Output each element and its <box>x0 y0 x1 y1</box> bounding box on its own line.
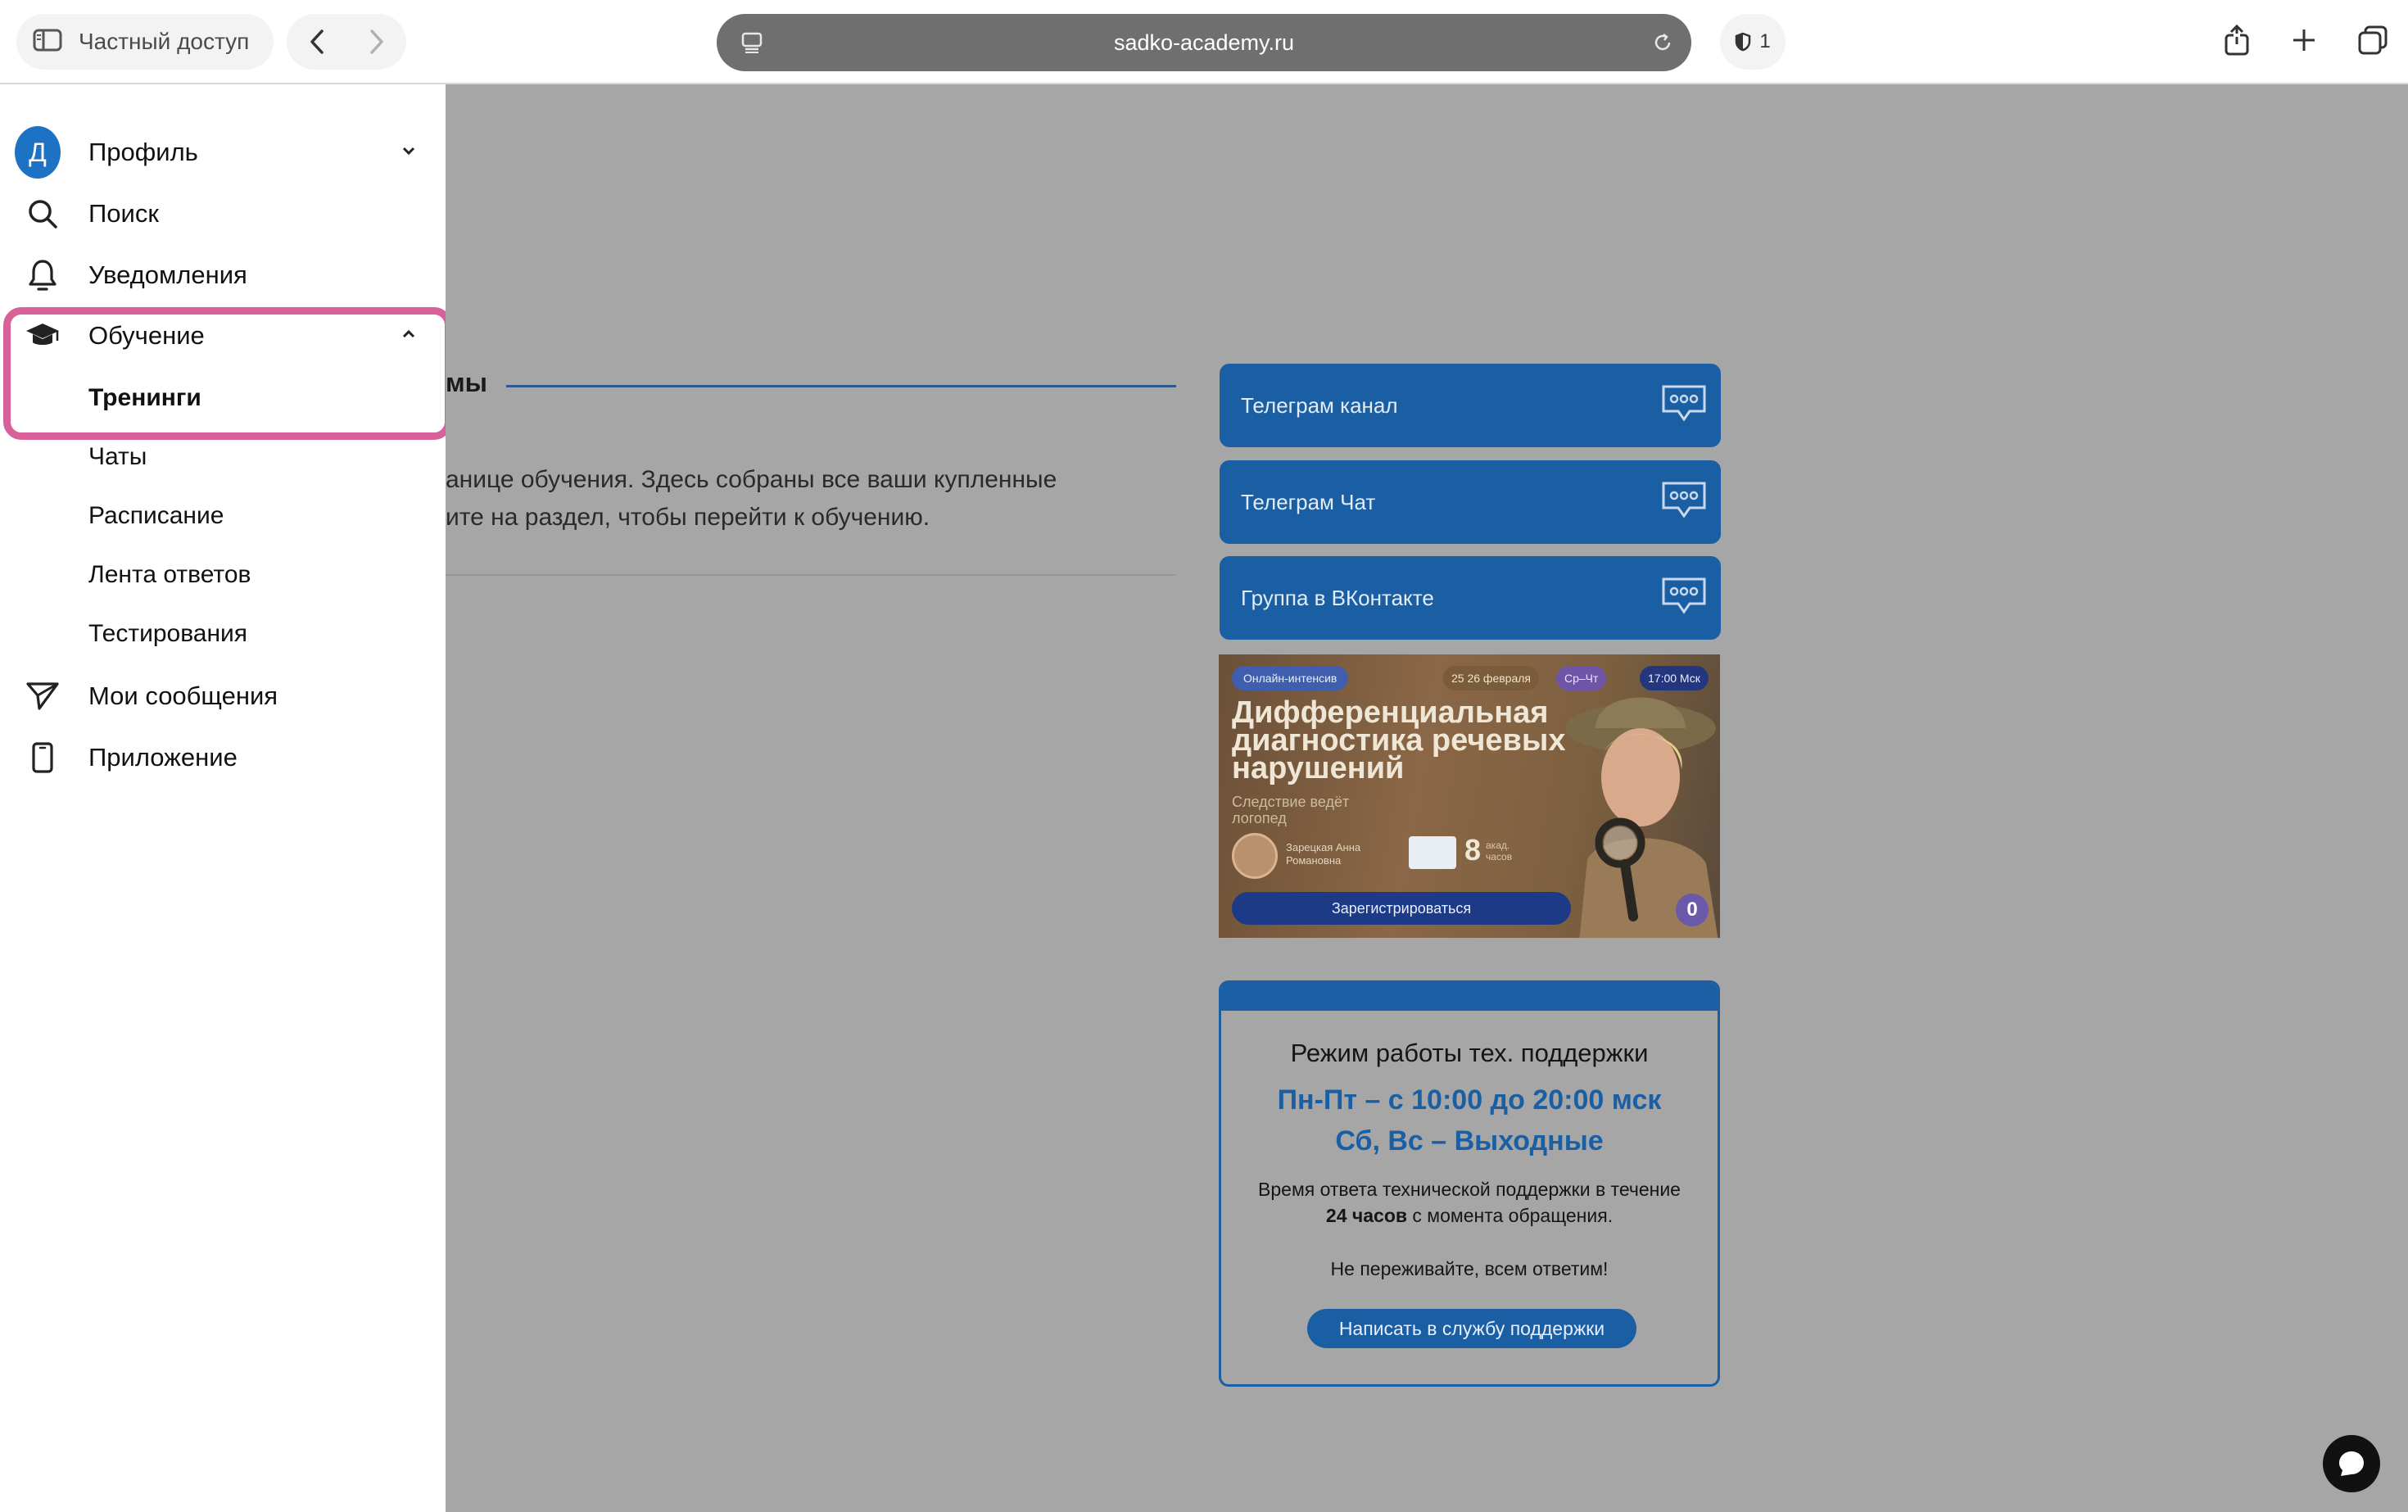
banner-hours: 8 <box>1464 833 1482 867</box>
shield-icon <box>1736 32 1751 52</box>
sidebar-item-profile[interactable]: Д Профиль <box>0 124 446 181</box>
support-title: Режим работы тех. поддержки <box>1290 1039 1649 1067</box>
private-access-button[interactable]: Частный доступ <box>16 14 274 70</box>
link-label: Группа в ВКонтакте <box>1241 585 1434 610</box>
page-title: мы <box>446 368 487 397</box>
search-icon <box>25 196 61 232</box>
support-hours-weekend: Сб, Вс – Выходные <box>1335 1125 1604 1157</box>
support-note-bold: 24 часов <box>1325 1205 1408 1226</box>
avatar: Д <box>15 126 61 179</box>
address-text: sadko-academy.ru <box>1113 30 1295 55</box>
sidebar-toggle-icon <box>33 29 62 56</box>
vk-group-button[interactable]: Группа в ВКонтакте <box>1220 556 1721 640</box>
banner-author: Зарецкая Анна Романовна <box>1286 841 1361 867</box>
tabs-overview-icon[interactable] <box>2358 25 2388 59</box>
sidebar-item-label: Профиль <box>88 138 198 166</box>
description-line: анице обучения. Здесь собраны все ваши к… <box>446 466 1057 493</box>
sidebar-item-messages[interactable]: Мои сообщения <box>0 668 446 725</box>
promo-banner[interactable]: Онлайн-интенсив 25 26 февраля Ср–Чт 17:0… <box>1219 654 1720 938</box>
main-content: мы анице обучения. Здесь собраны все ваш… <box>446 84 2408 1512</box>
sidebar-item-label: Мои сообщения <box>88 681 278 710</box>
chat-bubble-icon <box>1660 383 1708 430</box>
description-divider <box>446 574 1176 576</box>
sidebar-subitem-chats[interactable]: Чаты <box>88 443 147 471</box>
contact-support-button[interactable]: Написать в службу поддержки <box>1307 1309 1636 1348</box>
private-access-label: Частный доступ <box>79 29 250 54</box>
banner-date: 25 26 февраля <box>1443 666 1539 690</box>
title-divider <box>506 385 1176 387</box>
highlight-frame <box>3 307 452 440</box>
chevron-down-icon[interactable] <box>401 145 416 160</box>
author-photo <box>1232 833 1278 879</box>
send-icon <box>25 678 61 714</box>
support-note-rest: с момента обращения. <box>1412 1205 1614 1226</box>
register-button[interactable]: Зарегистрироваться <box>1232 892 1571 925</box>
chat-widget-button[interactable] <box>2323 1435 2380 1492</box>
sidebar-item-label: Уведомления <box>88 260 247 289</box>
chevron-right-icon <box>369 29 383 54</box>
support-note-line: 24 часов с момента обращения. <box>1238 1202 1701 1229</box>
sidebar-subitem-schedule[interactable]: Расписание <box>88 502 224 530</box>
certificate-icon <box>1409 836 1456 869</box>
chat-bubble-icon <box>1660 480 1708 527</box>
nav-buttons <box>287 14 406 70</box>
toolbar-right <box>2203 14 2408 70</box>
banner-tag: Онлайн-интенсив <box>1232 666 1349 690</box>
browser-toolbar: Частный доступ sadko-academy.ru 1 <box>0 0 2408 84</box>
support-note-line: Время ответа технической поддержки в теч… <box>1258 1179 1681 1200</box>
privacy-count: 1 <box>1759 30 1771 52</box>
support-hours: Пн-Пт – с 10:00 до 20:00 мск Сб, Вс – Вы… <box>1221 1080 1718 1161</box>
banner-title: Дифференциальная диагностика речевых нар… <box>1232 695 1566 785</box>
bell-icon <box>25 257 61 293</box>
sidebar: Д Профиль Поиск Уведомления Обучение Тре… <box>0 84 446 1512</box>
banner-hours-unit: акад. часов <box>1486 840 1513 862</box>
back-button[interactable] <box>287 14 346 70</box>
banner-time: 17:00 Мск <box>1640 666 1709 690</box>
chat-bubble-icon <box>1660 576 1708 622</box>
banner-days: Ср–Чт <box>1556 666 1607 690</box>
new-tab-icon[interactable] <box>2292 28 2316 57</box>
support-card: Режим работы тех. поддержки Пн-Пт – с 10… <box>1219 980 1720 1387</box>
link-label: Телеграм канал <box>1241 392 1398 418</box>
chevron-left-icon <box>310 29 324 54</box>
sidebar-item-label: Приложение <box>88 743 238 772</box>
banner-badge: 0 <box>1676 894 1709 926</box>
sidebar-item-label: Поиск <box>88 199 159 228</box>
page-description: анице обучения. Здесь собраны все ваши к… <box>446 461 1150 536</box>
chat-icon <box>2339 1451 2364 1476</box>
sidebar-item-notifications[interactable]: Уведомления <box>0 247 446 304</box>
support-reassurance: Не переживайте, всем ответим! <box>1330 1258 1609 1279</box>
forward-button[interactable] <box>346 14 406 70</box>
telegram-channel-button[interactable]: Телеграм канал <box>1220 364 1721 447</box>
sidebar-item-app[interactable]: Приложение <box>0 729 446 786</box>
phone-icon <box>25 740 61 776</box>
link-label: Телеграм Чат <box>1241 489 1376 514</box>
address-bar[interactable]: sadko-academy.ru <box>717 14 1691 71</box>
sidebar-item-search[interactable]: Поиск <box>0 185 446 242</box>
support-note: Время ответа технической поддержки в теч… <box>1238 1176 1701 1229</box>
support-header-bar <box>1221 983 1718 1011</box>
sidebar-subitem-answers-feed[interactable]: Лента ответов <box>88 561 251 589</box>
sidebar-subitem-tests[interactable]: Тестирования <box>88 620 247 648</box>
support-hours-weekdays: Пн-Пт – с 10:00 до 20:00 мск <box>1277 1084 1662 1116</box>
privacy-report-button[interactable]: 1 <box>1720 14 1786 70</box>
description-line: ите на раздел, чтобы перейти к обучению. <box>446 504 930 531</box>
banner-subtitle: Следствие ведёт логопед <box>1232 794 1350 826</box>
reload-icon[interactable] <box>1652 32 1673 57</box>
telegram-chat-button[interactable]: Телеграм Чат <box>1220 460 1721 544</box>
share-icon[interactable] <box>2224 24 2250 60</box>
